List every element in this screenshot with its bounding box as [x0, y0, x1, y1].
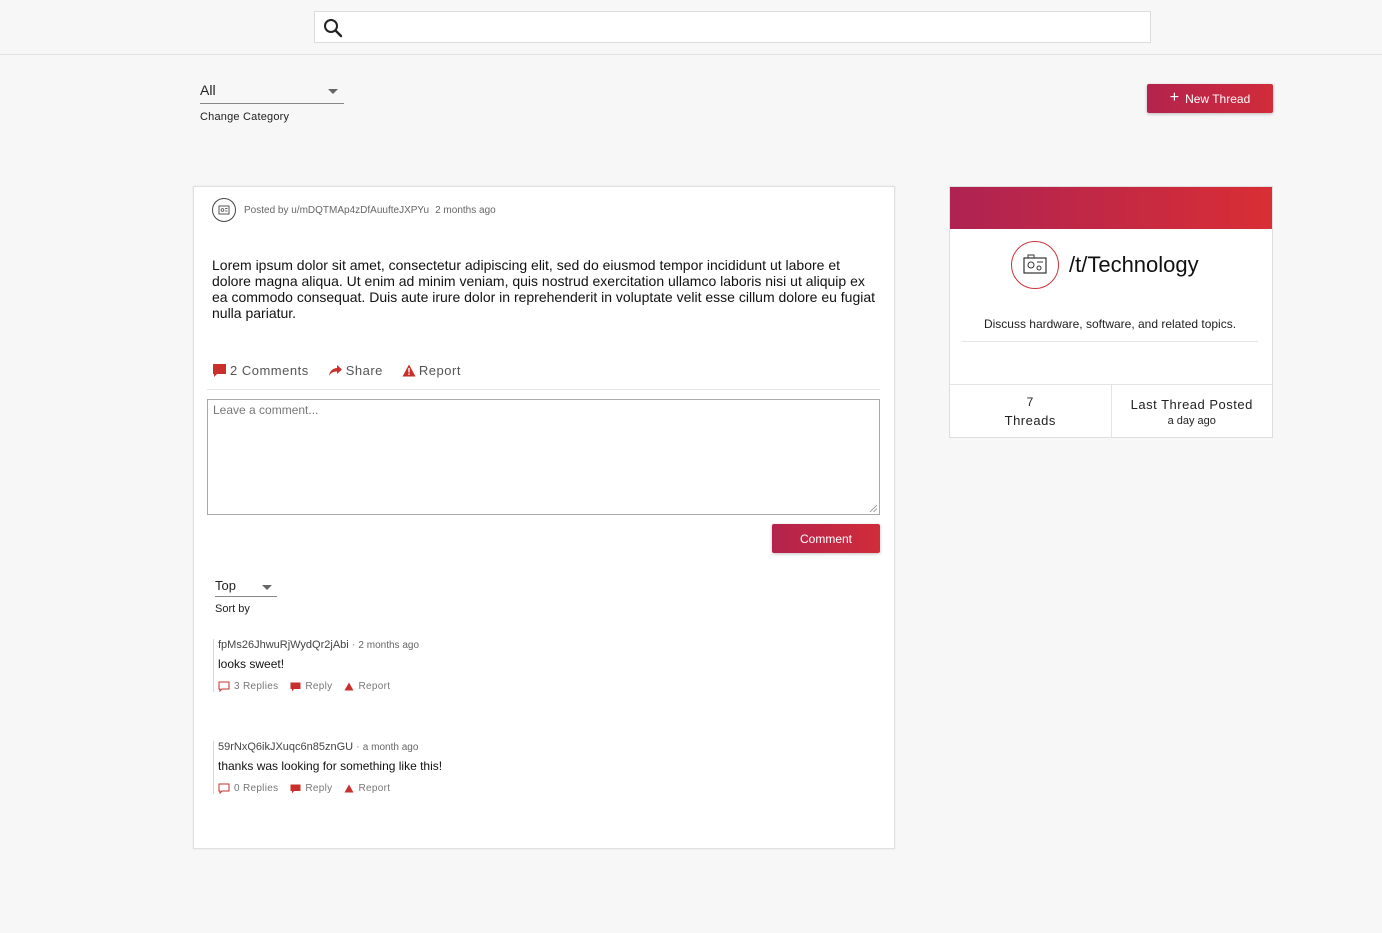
dropdown-arrow-icon — [328, 89, 338, 94]
last-thread-time: a day ago — [1167, 414, 1216, 427]
comment-actions: 3 Replies Reply Report — [218, 681, 419, 692]
comment-author[interactable]: 59rNxQ6ikJXuqc6n85znGU — [218, 741, 353, 753]
comment-meta: 59rNxQ6ikJXuqc6n85znGU · a month ago — [218, 741, 442, 755]
replies-count: 3 Replies — [234, 681, 279, 692]
sort-helper-text: Sort by — [215, 603, 250, 615]
comments-button[interactable]: 2 Comments — [212, 363, 309, 378]
comment-icon — [290, 682, 301, 691]
new-thread-button[interactable]: + New Thread — [1147, 84, 1273, 113]
comment-item: fpMs26JhwuRjWydQr2jAbi · 2 months ago look… — [213, 639, 419, 692]
comment-input[interactable] — [208, 400, 879, 514]
actions-divider — [207, 389, 880, 390]
category-name[interactable]: /t/Technology — [1069, 252, 1199, 278]
sort-dropdown[interactable]: Top — [215, 578, 277, 597]
category-stats: 7 Threads Last Thread Posted a day ago — [950, 384, 1272, 438]
post-time: 2 months ago — [435, 204, 496, 216]
comment-actions: 0 Replies Reply Report — [218, 783, 442, 794]
share-button[interactable]: Share — [328, 363, 383, 378]
report-label: Report — [358, 681, 391, 692]
dropdown-arrow-icon — [262, 585, 272, 590]
comment-submit-button[interactable]: Comment — [772, 524, 880, 553]
top-bar — [0, 0, 1382, 55]
category-select[interactable]: All Change Category — [200, 80, 344, 123]
share-icon — [328, 365, 342, 376]
post-author[interactable]: Posted by u/mDQTMAp4zDfAuufteJXPYu — [244, 205, 429, 216]
comment-icon — [213, 364, 226, 377]
search-icon[interactable] — [323, 18, 343, 38]
category-banner — [950, 187, 1272, 229]
comment-item: 59rNxQ6ikJXuqc6n85znGU · a month ago thank… — [213, 741, 442, 794]
last-thread-label: Last Thread Posted — [1130, 396, 1253, 412]
replies-count: 0 Replies — [234, 783, 279, 794]
reply-button[interactable]: Reply — [290, 783, 332, 794]
comments-count: 2 Comments — [230, 363, 309, 378]
threads-label: Threads — [1004, 413, 1056, 428]
report-icon — [344, 784, 354, 793]
replies-button[interactable]: 3 Replies — [218, 681, 278, 692]
plus-icon: + — [1169, 89, 1180, 106]
comment-time: a month ago — [362, 742, 419, 753]
search-input[interactable] — [351, 16, 1141, 38]
avatar-icon[interactable] — [212, 198, 236, 222]
comment-time: 2 months ago — [358, 640, 420, 651]
comment-text: looks sweet! — [218, 657, 285, 671]
report-button[interactable]: Report — [344, 681, 390, 692]
category-selected-value: All — [200, 82, 216, 98]
share-label: Share — [345, 363, 383, 378]
post-actions: 2 Comments Share Report — [212, 363, 480, 378]
report-button[interactable]: Report — [344, 783, 390, 794]
reply-label: Reply — [305, 783, 333, 794]
reply-button[interactable]: Reply — [290, 681, 332, 692]
comment-outline-icon — [218, 783, 230, 794]
resize-handle-icon[interactable] — [869, 504, 877, 512]
comment-author[interactable]: fpMs26JhwuRjWydQr2jAbi — [218, 639, 349, 651]
separator-dot: · — [356, 741, 360, 753]
category-dropdown[interactable]: All — [200, 80, 344, 104]
sort-select[interactable]: Top Sort by — [215, 578, 277, 615]
comment-text: thanks was looking for something like th… — [218, 759, 443, 773]
comment-box[interactable] — [207, 399, 880, 515]
category-helper-text: Change Category — [200, 111, 290, 123]
comment-icon — [290, 784, 301, 793]
category-info-card: /t/Technology Discuss hardware, software… — [949, 186, 1273, 438]
reply-label: Reply — [305, 681, 333, 692]
post-body: Lorem ipsum dolor sit amet, consectetur … — [212, 257, 876, 321]
sort-selected-value: Top — [215, 578, 236, 593]
threads-count: 7 — [1026, 395, 1034, 409]
technology-icon — [1011, 241, 1059, 289]
category-description: Discuss hardware, software, and related … — [962, 317, 1258, 342]
report-icon — [402, 364, 416, 377]
comment-outline-icon — [218, 681, 230, 692]
new-thread-label: New Thread — [1185, 91, 1251, 106]
post-card: Posted by u/mDQTMAp4zDfAuufteJXPYu 2 mon… — [193, 186, 895, 849]
threads-stat: 7 Threads — [950, 385, 1111, 438]
separator-dot: · — [351, 639, 356, 651]
post-meta: Posted by u/mDQTMAp4zDfAuufteJXPYu 2 mon… — [212, 198, 496, 222]
category-header: /t/Technology — [1011, 241, 1199, 289]
report-label: Report — [418, 363, 461, 378]
replies-button[interactable]: 0 Replies — [218, 783, 278, 794]
report-label: Report — [358, 783, 391, 794]
search-bar[interactable] — [314, 11, 1151, 43]
last-thread-stat: Last Thread Posted a day ago — [1110, 385, 1273, 438]
comment-meta: fpMs26JhwuRjWydQr2jAbi · 2 months ago — [218, 639, 419, 653]
report-button[interactable]: Report — [402, 363, 461, 378]
report-icon — [344, 682, 354, 691]
